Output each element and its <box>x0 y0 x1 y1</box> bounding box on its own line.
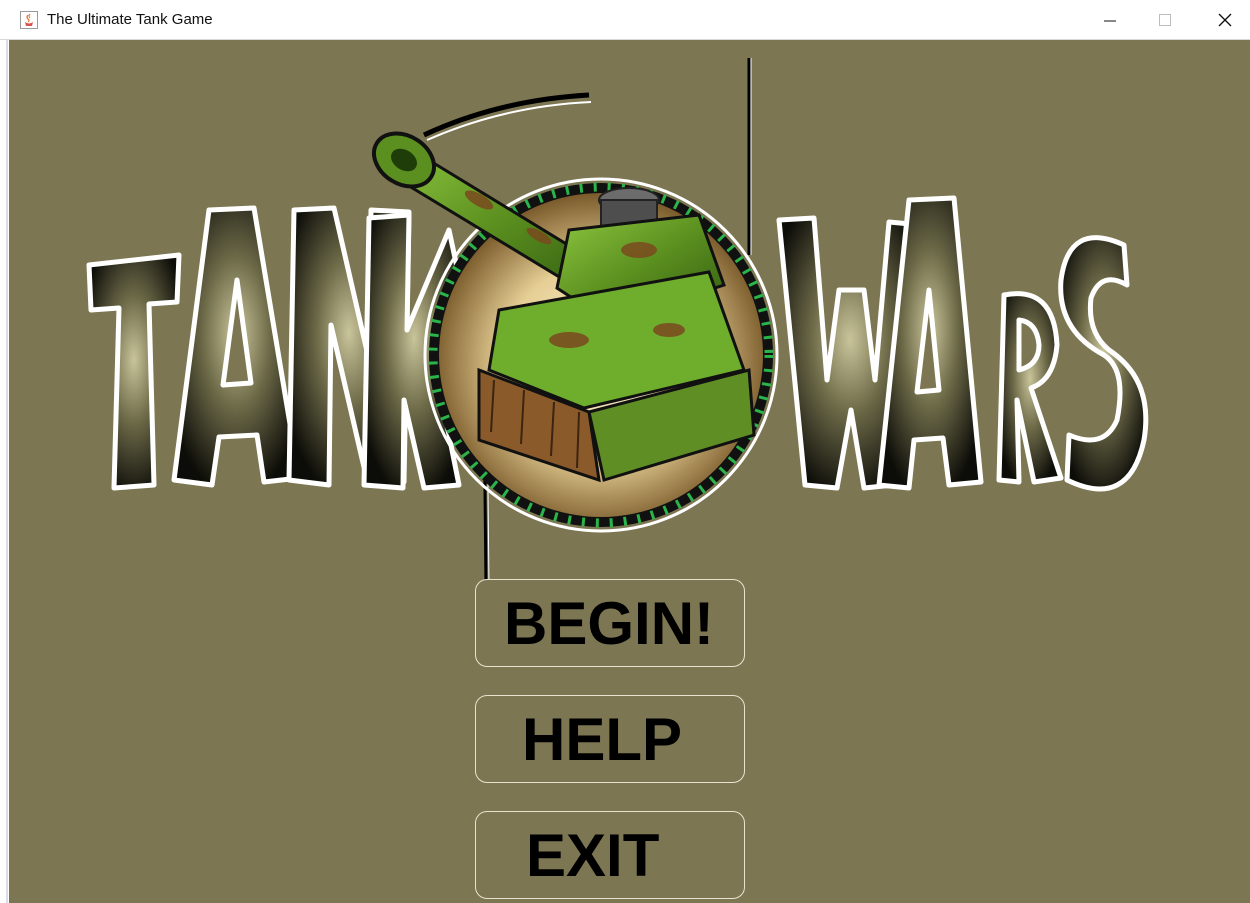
help-button[interactable]: HELP <box>475 695 745 783</box>
maximize-icon <box>1159 14 1171 26</box>
begin-button-label: BEGIN! <box>504 589 714 657</box>
maximize-button[interactable] <box>1142 0 1188 40</box>
logo-letter-r <box>996 291 1064 485</box>
logo-letter-a <box>171 205 302 488</box>
exit-button[interactable]: EXIT <box>475 811 745 899</box>
java-cup-icon <box>20 11 38 29</box>
logo-word-tank <box>86 205 467 491</box>
logo-word-wars <box>776 195 1149 492</box>
game-canvas: BEGIN! HELP EXIT <box>9 40 1250 903</box>
minimize-button[interactable] <box>1087 0 1133 40</box>
tank-wars-logo <box>86 58 1149 580</box>
minimize-icon <box>1104 20 1116 22</box>
close-icon <box>1218 13 1232 27</box>
logo-letter-s <box>1058 235 1149 492</box>
begin-button[interactable]: BEGIN! <box>475 579 745 667</box>
window-left-border <box>0 40 9 903</box>
help-button-label: HELP <box>522 705 683 773</box>
window-title: The Ultimate Tank Game <box>47 11 213 28</box>
exit-button-label: EXIT <box>526 821 660 889</box>
logo-letter-t <box>86 252 182 491</box>
window-titlebar: The Ultimate Tank Game <box>0 0 1250 40</box>
close-button[interactable] <box>1202 0 1248 40</box>
